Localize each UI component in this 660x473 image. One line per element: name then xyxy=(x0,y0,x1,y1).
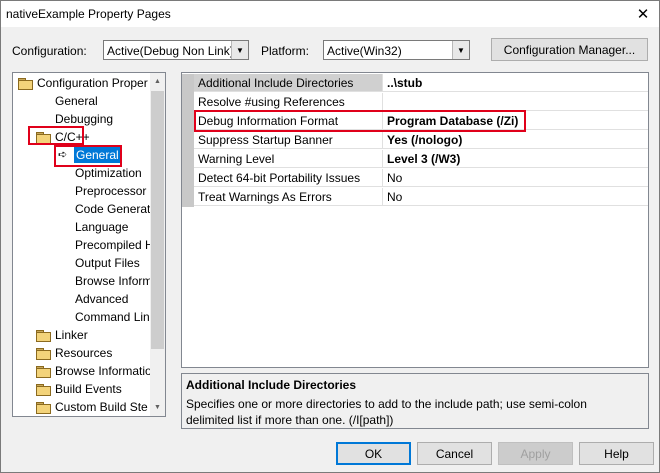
tree-item-preprocessor[interactable]: Preprocessor xyxy=(75,182,146,200)
tree-scrollbar[interactable]: ▲ ▼ xyxy=(150,73,165,416)
help-label: Help xyxy=(604,446,629,461)
platform-label: Platform: xyxy=(261,44,310,58)
property-name: Additional Include Directories xyxy=(194,74,383,92)
property-tree[interactable]: Configuration Proper General Debugging C… xyxy=(12,72,166,417)
property-value[interactable]: Level 3 (/W3) xyxy=(383,150,648,168)
apply-button[interactable]: Apply xyxy=(498,442,573,465)
title-bar: nativeExample Property Pages ✕ xyxy=(1,1,659,27)
close-button[interactable]: ✕ xyxy=(629,2,657,26)
tree-item-label: Precompiled H xyxy=(75,238,154,252)
folder-closed-icon xyxy=(36,402,51,414)
tree-item-label: Linker xyxy=(55,328,88,342)
tree-item-label: Output Files xyxy=(75,256,140,270)
platform-dropdown[interactable]: Active(Win32) ▼ xyxy=(323,40,470,60)
grid-row-treat-warnings-as-errors[interactable]: Treat Warnings As Errors No xyxy=(182,188,648,207)
tree-item-label: Language xyxy=(75,220,129,234)
tree-item-precompiled-headers[interactable]: Precompiled H xyxy=(75,236,154,254)
tree-item-label: Code Generati xyxy=(75,202,154,216)
description-text: Specifies one or more directories to add… xyxy=(186,397,587,427)
folder-closed-icon xyxy=(36,384,51,396)
tree-item-general[interactable]: General xyxy=(55,92,98,110)
folder-closed-icon xyxy=(36,348,51,360)
configuration-label: Configuration: xyxy=(12,44,87,58)
folder-closed-icon xyxy=(36,366,51,378)
configuration-dropdown[interactable]: Active(Debug Non Link) ▼ xyxy=(103,40,249,60)
ok-button[interactable]: OK xyxy=(336,442,411,465)
tree-item-label: Browse Inform xyxy=(75,274,153,288)
tree-item-label: Configuration Proper xyxy=(37,76,148,90)
folder-open-icon xyxy=(18,78,33,90)
description-title: Additional Include Directories xyxy=(186,378,357,392)
scroll-down-icon[interactable]: ▼ xyxy=(150,399,165,416)
tree-item-command-line[interactable]: Command Lin xyxy=(75,308,150,326)
cancel-label: Cancel xyxy=(435,446,474,461)
tree-item-label: Resources xyxy=(55,346,113,360)
tree-item-label: Custom Build Ste xyxy=(55,400,148,414)
tree-item-label: Debugging xyxy=(55,112,114,126)
grid-row-warning-level[interactable]: Warning Level Level 3 (/W3) xyxy=(182,150,648,169)
property-pages-window: nativeExample Property Pages ✕ Configura… xyxy=(0,0,660,473)
ok-label: OK xyxy=(364,446,383,461)
tree-item-label: Build Events xyxy=(55,382,122,396)
help-button[interactable]: Help xyxy=(579,442,654,465)
grid-row-detect-64bit-portability[interactable]: Detect 64-bit Portability Issues No xyxy=(182,169,648,188)
description-panel: Additional Include Directories Specifies… xyxy=(181,373,649,429)
property-value[interactable]: No xyxy=(383,188,648,206)
tree-item-code-generation[interactable]: Code Generati xyxy=(75,200,153,218)
property-name: Suppress Startup Banner xyxy=(194,131,383,149)
chevron-down-icon: ▼ xyxy=(452,41,469,59)
tree-item-label: Advanced xyxy=(75,292,129,306)
highlight-box-debug-format xyxy=(194,110,526,132)
close-icon: ✕ xyxy=(636,6,650,23)
highlight-box-c-cpp xyxy=(28,126,84,145)
tree-item-label: Preprocessor xyxy=(75,184,147,198)
grid-row-additional-include-directories[interactable]: Additional Include Directories ..\stub xyxy=(182,74,648,93)
tree-item-browse-information[interactable]: Browse Inform xyxy=(75,272,152,290)
window-title: nativeExample Property Pages xyxy=(6,7,171,21)
property-value[interactable]: Yes (/nologo) xyxy=(383,131,648,149)
folder-closed-icon xyxy=(36,330,51,342)
highlight-box-general xyxy=(54,145,122,167)
property-value[interactable]: ..\stub xyxy=(383,74,648,92)
tree-item-label: Command Lin xyxy=(75,310,150,324)
scroll-up-icon[interactable]: ▲ xyxy=(150,73,165,90)
cancel-button[interactable]: Cancel xyxy=(417,442,492,465)
grid-row-suppress-startup-banner[interactable]: Suppress Startup Banner Yes (/nologo) xyxy=(182,131,648,150)
tree-item-label: Optimization xyxy=(75,166,142,180)
property-value[interactable] xyxy=(383,93,648,111)
configuration-manager-label: Configuration Manager... xyxy=(503,42,636,57)
scroll-thumb[interactable] xyxy=(151,91,164,349)
property-name: Warning Level xyxy=(194,150,383,168)
tree-item-label: Browse Informatio xyxy=(55,364,152,378)
configuration-value: Active(Debug Non Link) xyxy=(107,44,234,58)
tree-item-label: General xyxy=(55,94,98,108)
property-name: Treat Warnings As Errors xyxy=(194,188,383,206)
property-value[interactable]: No xyxy=(383,169,648,187)
apply-label: Apply xyxy=(520,446,551,461)
tree-item-output-files[interactable]: Output Files xyxy=(75,254,140,272)
property-name: Resolve #using References xyxy=(194,93,383,111)
property-name: Detect 64-bit Portability Issues xyxy=(194,169,383,187)
chevron-down-icon: ▼ xyxy=(231,41,248,59)
platform-value: Active(Win32) xyxy=(327,44,402,58)
tree-item-language[interactable]: Language xyxy=(75,218,128,236)
tree-item-advanced[interactable]: Advanced xyxy=(75,290,128,308)
configuration-manager-button[interactable]: Configuration Manager... xyxy=(491,38,648,61)
